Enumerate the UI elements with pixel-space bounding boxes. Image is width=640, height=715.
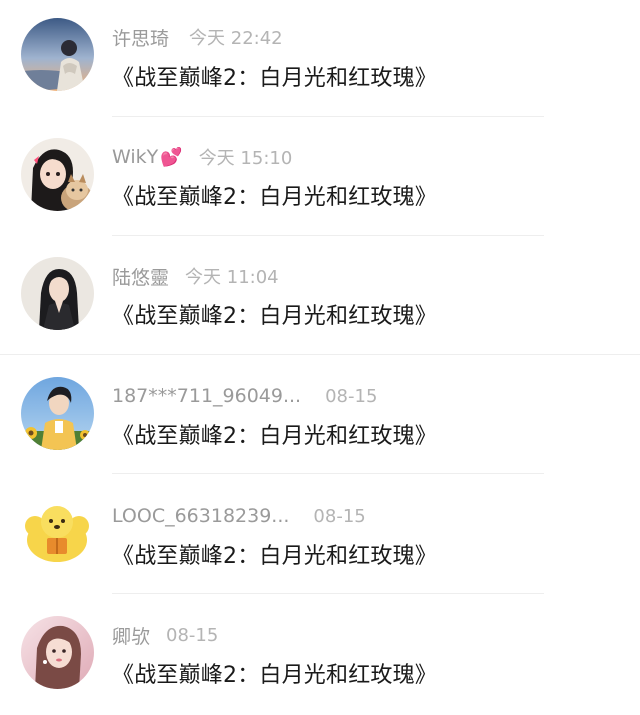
divider (112, 593, 544, 594)
comment-meta: 卿欤 08-15 (112, 622, 218, 648)
girl-sunset-sky-avatar[interactable] (21, 18, 94, 91)
timestamp: 08-15 (325, 385, 378, 407)
comment-item[interactable]: LOOC_66318239... 08-15 《战至巅峰2：白月光和红玫瑰》 (0, 476, 640, 595)
comment-text: 《战至巅峰2：白月光和红玫瑰》 (112, 663, 437, 688)
avatar-image (21, 138, 94, 211)
heart-icon: 💕 (160, 146, 183, 168)
comment-text: 《战至巅峰2：白月光和红玫瑰》 (112, 185, 437, 210)
avatar-image (21, 18, 94, 91)
comment-meta: 陆悠靈 今天 11:04 (112, 263, 279, 289)
comment-list: 许思琦 今天 22:42 《战至巅峰2：白月光和红玫瑰》 WikY 💕 今天 1… (0, 0, 640, 708)
timestamp: 08-15 (313, 505, 366, 527)
girl-with-cat-avatar[interactable] (21, 138, 94, 211)
username[interactable]: WikY (112, 146, 158, 168)
username[interactable]: 陆悠靈 (112, 263, 169, 290)
divider (112, 235, 544, 236)
comment-text: 《战至巅峰2：白月光和红玫瑰》 (112, 424, 437, 449)
comment-meta: LOOC_66318239... 08-15 (112, 503, 366, 529)
comment-item[interactable]: WikY 💕 今天 15:10 《战至巅峰2：白月光和红玫瑰》 (0, 119, 640, 238)
comment-meta: 许思琦 今天 22:42 (112, 24, 283, 50)
divider (112, 473, 544, 474)
comment-text: 《战至巅峰2：白月光和红玫瑰》 (112, 544, 437, 569)
comment-text: 《战至巅峰2：白月光和红玫瑰》 (112, 66, 437, 91)
timestamp: 今天 22:42 (189, 28, 283, 49)
avatar-image (21, 496, 94, 569)
comment-text: 《战至巅峰2：白月光和红玫瑰》 (112, 304, 437, 329)
username[interactable]: 许思琦 (112, 24, 169, 51)
username[interactable]: LOOC_66318239... (112, 505, 289, 527)
woman-pink-portrait-avatar[interactable] (21, 616, 94, 689)
comment-item[interactable]: 陆悠靈 今天 11:04 《战至巅峰2：白月光和红玫瑰》 (0, 238, 640, 357)
username[interactable]: 187***711_96049... (112, 385, 301, 407)
username[interactable]: 卿欤 (112, 622, 150, 649)
divider (0, 354, 640, 355)
divider (112, 116, 544, 117)
timestamp: 今天 11:04 (185, 267, 279, 288)
comment-item[interactable]: 187***711_96049... 08-15 《战至巅峰2：白月光和红玫瑰》 (0, 357, 640, 476)
yellow-cartoon-dog-avatar[interactable] (21, 496, 94, 569)
timestamp: 08-15 (166, 624, 219, 646)
avatar-image (21, 616, 94, 689)
comment-item[interactable]: 许思琦 今天 22:42 《战至巅峰2：白月光和红玫瑰》 (0, 0, 640, 119)
comment-meta: WikY 💕 今天 15:10 (112, 144, 292, 170)
boy-sky-sunflower-avatar[interactable] (21, 377, 94, 450)
timestamp: 今天 15:10 (198, 148, 293, 169)
comment-meta: 187***711_96049... 08-15 (112, 383, 377, 409)
avatar-image (21, 377, 94, 450)
woman-portrait-avatar[interactable] (21, 257, 94, 330)
comment-item[interactable]: 卿欤 08-15 《战至巅峰2：白月光和红玫瑰》 (0, 596, 640, 715)
avatar-image (21, 257, 94, 330)
